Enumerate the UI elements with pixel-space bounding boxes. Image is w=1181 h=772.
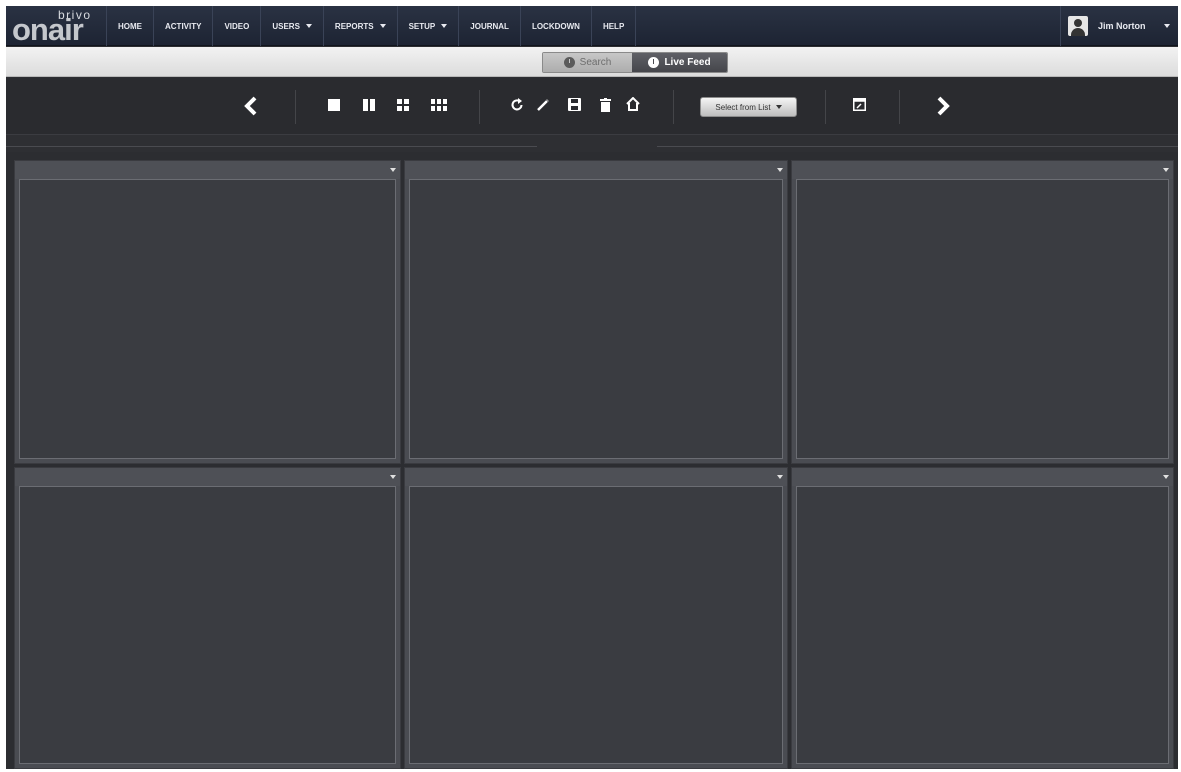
chevron-right-icon[interactable] bbox=[936, 96, 950, 116]
camera-panel bbox=[404, 467, 788, 769]
nav-item-video[interactable]: VIDEO bbox=[212, 6, 260, 46]
toolbar-divider bbox=[825, 90, 826, 124]
nav-item-lockdown[interactable]: LOCKDOWN bbox=[519, 6, 591, 46]
edit-icon[interactable] bbox=[536, 98, 550, 112]
nav-item-label: REPORTS bbox=[334, 21, 374, 31]
top-navigation: brivo onair HOME ACTIVITY VIDEO USERS RE… bbox=[6, 6, 1178, 46]
camera-view[interactable] bbox=[19, 486, 396, 764]
user-avatar-icon bbox=[1068, 16, 1088, 36]
nav-item-label: ACTIVITY bbox=[165, 21, 202, 31]
nav-item-setup[interactable]: SETUP bbox=[396, 6, 459, 46]
toolbar-strip bbox=[6, 134, 1178, 152]
chevron-down-icon bbox=[775, 105, 782, 109]
layout-3x2-icon[interactable] bbox=[431, 99, 447, 111]
nav-item-journal[interactable]: JOURNAL bbox=[458, 6, 520, 46]
camera-panel bbox=[404, 160, 788, 464]
nav-item-label: USERS bbox=[272, 21, 300, 31]
toolbar-divider bbox=[673, 90, 674, 124]
saved-view-select[interactable]: Select from List bbox=[700, 97, 797, 117]
nav-menu: HOME ACTIVITY VIDEO USERS REPORTS SETUP … bbox=[106, 6, 637, 46]
nav-item-home[interactable]: HOME bbox=[106, 6, 153, 46]
user-name: Jim Norton bbox=[1098, 21, 1146, 31]
delete-icon[interactable] bbox=[600, 98, 611, 112]
chevron-left-icon[interactable] bbox=[244, 96, 258, 116]
camera-panel-header bbox=[15, 468, 400, 486]
nav-item-label: JOURNAL bbox=[470, 21, 509, 31]
mode-toggle: Search Live Feed bbox=[542, 52, 728, 73]
user-menu[interactable]: Jim Norton bbox=[1060, 6, 1178, 46]
home-icon[interactable] bbox=[626, 97, 640, 111]
brivo-onair-logo[interactable]: brivo onair bbox=[12, 8, 102, 47]
camera-view[interactable] bbox=[409, 486, 783, 764]
toolbar-divider bbox=[479, 90, 480, 124]
nav-item-users[interactable]: USERS bbox=[260, 6, 323, 46]
mode-bar: Search Live Feed bbox=[6, 47, 1178, 77]
alert-icon bbox=[648, 57, 660, 68]
chevron-down-icon bbox=[305, 24, 312, 28]
nav-item-label: LOCKDOWN bbox=[531, 21, 580, 31]
chevron-down-icon[interactable] bbox=[777, 475, 783, 479]
camera-panel-header bbox=[405, 161, 787, 179]
clock-icon bbox=[563, 57, 575, 68]
tab-search[interactable]: Search bbox=[543, 53, 633, 72]
camera-view[interactable] bbox=[19, 179, 396, 459]
layout-2-icon[interactable] bbox=[363, 99, 375, 111]
chevron-down-icon bbox=[379, 24, 386, 28]
popout-icon[interactable] bbox=[853, 98, 866, 111]
camera-panel bbox=[791, 467, 1174, 769]
camera-panel-header bbox=[405, 468, 787, 486]
camera-panel bbox=[791, 160, 1174, 464]
nav-item-label: HELP bbox=[602, 21, 625, 31]
camera-panel bbox=[14, 467, 401, 769]
logo-onair-text: onair bbox=[12, 12, 84, 47]
toolbar-divider bbox=[899, 90, 900, 124]
chevron-down-icon[interactable] bbox=[390, 475, 396, 479]
layout-2x2-icon[interactable] bbox=[397, 99, 409, 111]
chevron-down-icon[interactable] bbox=[777, 168, 783, 172]
camera-panel bbox=[14, 160, 401, 464]
chevron-down-icon[interactable] bbox=[1163, 24, 1170, 28]
camera-panel-header bbox=[792, 468, 1173, 486]
refresh-icon[interactable] bbox=[510, 98, 524, 112]
chevron-down-icon bbox=[441, 24, 448, 28]
camera-view[interactable] bbox=[409, 179, 783, 459]
camera-view[interactable] bbox=[796, 179, 1169, 459]
app-window: brivo onair HOME ACTIVITY VIDEO USERS RE… bbox=[6, 6, 1178, 769]
divider bbox=[6, 146, 537, 147]
nav-item-help[interactable]: HELP bbox=[590, 6, 637, 46]
camera-view[interactable] bbox=[796, 486, 1169, 764]
chevron-down-icon[interactable] bbox=[1163, 168, 1169, 172]
divider bbox=[657, 146, 1178, 147]
tab-search-label: Search bbox=[579, 57, 612, 68]
video-toolbar: Select from List bbox=[6, 78, 1178, 134]
chevron-down-icon[interactable] bbox=[1163, 475, 1169, 479]
tab-live-feed[interactable]: Live Feed bbox=[632, 53, 727, 72]
nav-item-label: HOME bbox=[118, 21, 142, 31]
camera-panel-header bbox=[15, 161, 400, 179]
tab-live-feed-label: Live Feed bbox=[664, 57, 711, 68]
camera-panel-header bbox=[792, 161, 1173, 179]
nav-item-label: SETUP bbox=[408, 21, 436, 31]
toolbar-divider bbox=[295, 90, 296, 124]
save-icon[interactable] bbox=[568, 98, 581, 111]
layout-1x1-icon[interactable] bbox=[328, 99, 340, 111]
nav-item-reports[interactable]: REPORTS bbox=[322, 6, 397, 46]
nav-item-label: VIDEO bbox=[224, 21, 250, 31]
nav-item-activity[interactable]: ACTIVITY bbox=[153, 6, 212, 46]
chevron-down-icon[interactable] bbox=[390, 168, 396, 172]
saved-view-select-label: Select from List bbox=[715, 102, 771, 112]
